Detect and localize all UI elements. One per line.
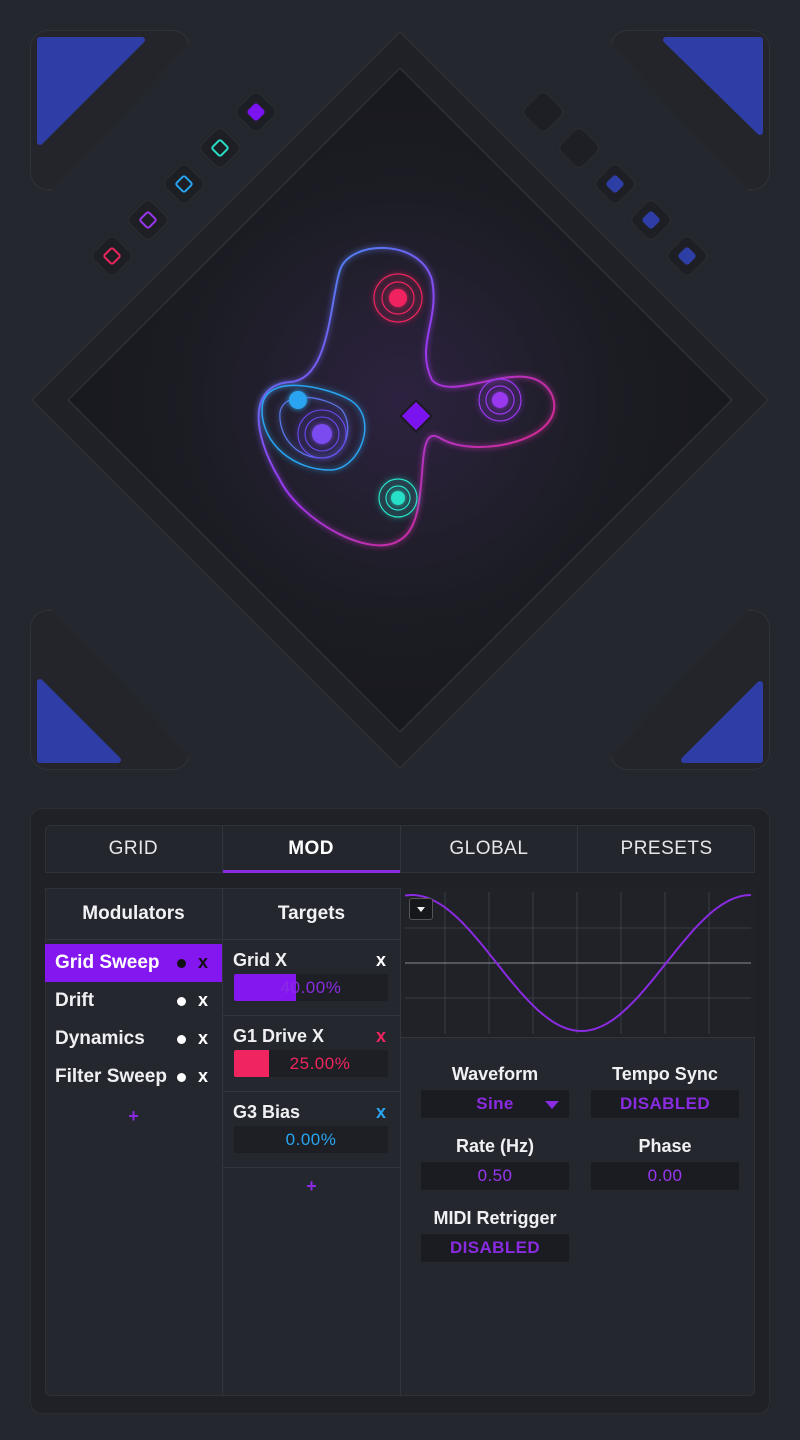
tab-presets[interactable]: PRESETS xyxy=(578,825,755,873)
phase-field[interactable]: 0.00 xyxy=(591,1162,739,1190)
waveform-preview xyxy=(401,888,755,1038)
node-blue xyxy=(289,391,307,409)
tempo-sync-param: Tempo Sync DISABLED xyxy=(591,1064,739,1118)
stage-graphics xyxy=(31,31,769,769)
waveform-graph xyxy=(404,892,752,1034)
slot-indicator xyxy=(210,138,230,158)
remove-modulator-button[interactable]: x xyxy=(198,952,208,973)
tab-global[interactable]: GLOBAL xyxy=(401,825,579,873)
modulator-label: Drift xyxy=(55,990,95,1011)
remove-target-button[interactable]: x xyxy=(376,1102,386,1123)
modulator-label: Dynamics xyxy=(55,1028,145,1049)
target-name: Grid X xyxy=(233,950,288,970)
target-name: G3 Bias xyxy=(233,1102,301,1122)
modulators-column: Modulators Grid Sweep x Drift x Dynamics… xyxy=(45,888,223,1396)
waveform-select[interactable]: Sine xyxy=(421,1090,569,1118)
modulator-item-drift[interactable]: Drift x xyxy=(45,982,222,1020)
modulator-active-dot[interactable] xyxy=(177,959,186,968)
target-amount-value: 0.00% xyxy=(285,1130,337,1149)
tempo-sync-toggle[interactable]: DISABLED xyxy=(591,1090,739,1118)
rate-param: Rate (Hz) 0.50 xyxy=(421,1136,569,1190)
midi-retrigger-param: MIDI Retrigger DISABLED xyxy=(421,1208,569,1262)
modulator-item-filter-sweep[interactable]: Filter Sweep x xyxy=(45,1058,222,1096)
rate-field[interactable]: 0.50 xyxy=(421,1162,569,1190)
slot-indicator xyxy=(641,210,661,230)
waveform-label: Waveform xyxy=(451,1064,539,1084)
modulator-label: Grid Sweep xyxy=(55,952,160,973)
phase-label: Phase xyxy=(638,1136,692,1156)
remove-modulator-button[interactable]: x xyxy=(198,1066,208,1087)
corner-triangle-tl xyxy=(37,37,145,145)
midi-retrigger-toggle[interactable]: DISABLED xyxy=(421,1234,569,1262)
rate-label: Rate (Hz) xyxy=(455,1136,534,1156)
modulator-item-grid-sweep[interactable]: Grid Sweep x xyxy=(45,944,222,982)
modulator-item-dynamics[interactable]: Dynamics x xyxy=(45,1020,222,1058)
targets-heading: Targets xyxy=(223,888,400,940)
xy-stage xyxy=(0,0,800,790)
target-amount-slider[interactable]: 0.00% xyxy=(234,1126,388,1153)
corner-triangle-bl xyxy=(37,679,121,763)
remove-modulator-button[interactable]: x xyxy=(198,1028,208,1049)
tab-grid[interactable]: GRID xyxy=(45,825,223,873)
slot-indicator xyxy=(677,246,697,266)
corner-triangle-tr xyxy=(663,37,763,135)
add-modulator-button[interactable]: + xyxy=(45,1106,222,1127)
target-row-g1-drive-x: G1 Drive X x 25.00% xyxy=(223,1016,400,1092)
tab-bar: GRID MOD GLOBAL PRESETS xyxy=(45,825,755,873)
targets-column: Targets Grid X x 40.00% G1 Drive X x 25.… xyxy=(223,888,401,1396)
phase-param: Phase 0.00 xyxy=(591,1136,739,1190)
tab-mod[interactable]: MOD xyxy=(222,825,401,873)
modulator-active-dot[interactable] xyxy=(177,997,186,1006)
xy-pad xyxy=(67,67,733,733)
remove-target-button[interactable]: x xyxy=(376,1026,386,1047)
target-name: G1 Drive X xyxy=(233,1026,325,1046)
waveform-preview-dropdown[interactable] xyxy=(409,898,433,920)
mod-tab-content: Modulators Grid Sweep x Drift x Dynamics… xyxy=(45,888,755,1396)
modulators-heading: Modulators xyxy=(45,888,222,940)
chevron-down-icon xyxy=(545,1101,559,1109)
slot-indicator xyxy=(174,174,194,194)
remove-modulator-button[interactable]: x xyxy=(198,990,208,1011)
tempo-sync-label: Tempo Sync xyxy=(612,1064,718,1084)
corner-triangle-br xyxy=(681,681,763,763)
modulator-label: Filter Sweep xyxy=(55,1066,167,1087)
slot-indicator xyxy=(138,210,158,230)
lfo-settings-column: Waveform Sine Tempo Sync DISABLED Rate (… xyxy=(401,888,755,1396)
target-amount-slider[interactable]: 40.00% xyxy=(234,974,388,1001)
node-indigo xyxy=(297,409,347,459)
modulator-active-dot[interactable] xyxy=(177,1035,186,1044)
waveform-param: Waveform Sine xyxy=(421,1064,569,1118)
slot-indicator xyxy=(246,102,266,122)
remove-target-button[interactable]: x xyxy=(376,950,386,971)
slot-indicator xyxy=(605,174,625,194)
control-panel: GRID MOD GLOBAL PRESETS Modulators Grid … xyxy=(30,808,770,1414)
waveform-value: Sine xyxy=(476,1094,514,1113)
target-row-grid-x: Grid X x 40.00% xyxy=(223,940,400,1016)
add-target-button[interactable]: + xyxy=(223,1176,400,1197)
target-amount-value: 25.00% xyxy=(289,1054,351,1073)
midi-retrigger-label: MIDI Retrigger xyxy=(433,1208,557,1228)
target-amount-value: 40.00% xyxy=(280,978,342,997)
modulator-active-dot[interactable] xyxy=(177,1073,186,1082)
target-row-g3-bias: G3 Bias x 0.00% xyxy=(223,1092,400,1168)
target-amount-slider[interactable]: 25.00% xyxy=(234,1050,388,1077)
slot-indicator xyxy=(102,246,122,266)
